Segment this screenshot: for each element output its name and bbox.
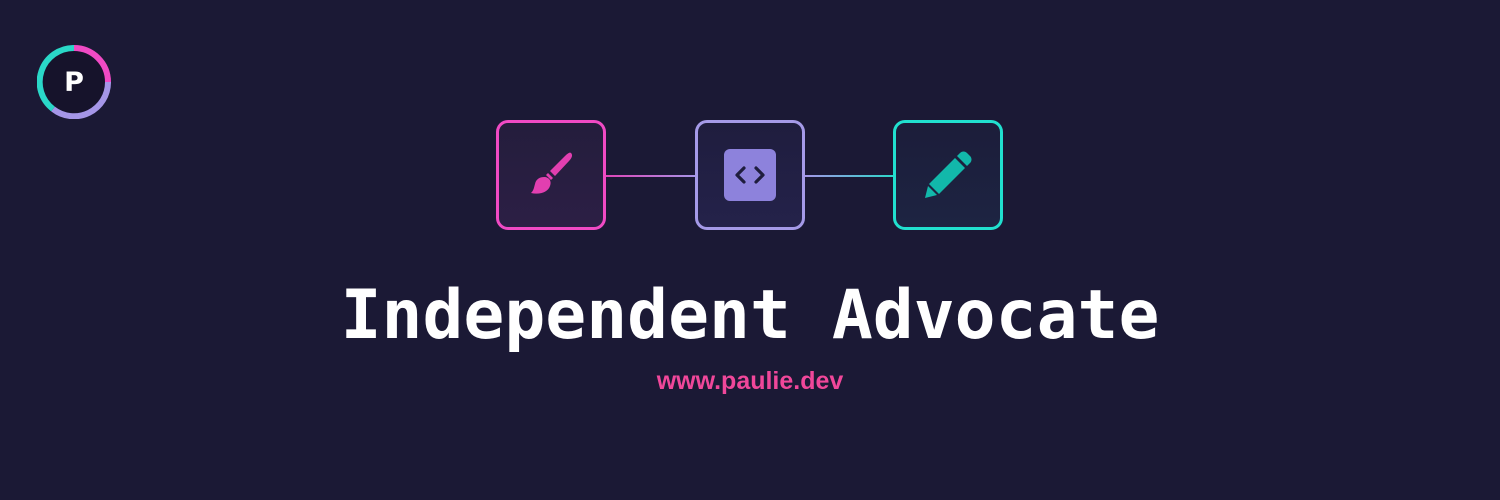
profile-banner: P Independent Advocate www.paulie.dev	[0, 0, 1500, 500]
website-link[interactable]: www.paulie.dev	[0, 366, 1500, 396]
code-step-box	[695, 120, 805, 230]
design-step-box	[496, 120, 606, 230]
code-icon	[724, 149, 776, 201]
pencil-icon	[925, 151, 972, 198]
connector-line	[605, 175, 697, 177]
banner-title: Independent Advocate	[340, 276, 1160, 355]
skills-pipeline	[0, 0, 1500, 500]
write-step-box	[893, 120, 1003, 230]
paintbrush-icon	[531, 152, 573, 194]
connector-line	[805, 175, 895, 177]
